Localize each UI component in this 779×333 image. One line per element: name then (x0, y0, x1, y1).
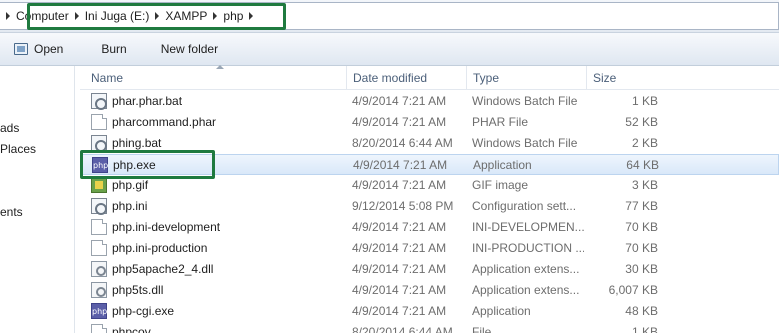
php-app-icon: php (91, 303, 107, 319)
file-name: pharcommand.phar (112, 115, 217, 129)
file-type: Windows Batch File (472, 136, 578, 150)
file-name: phpcov (112, 325, 151, 333)
sort-arrow-icon (216, 65, 224, 69)
file-name: php-cgi.exe (112, 304, 175, 318)
file-type: Application (472, 304, 531, 318)
column-type-label: Type (473, 71, 500, 85)
batch-file-icon (91, 93, 107, 110)
column-name-label: Name (91, 71, 124, 85)
file-type: Windows Batch File (472, 94, 578, 108)
nav-item-recent-places[interactable]: Places (0, 142, 36, 156)
file-row[interactable]: phar.phar.bat 4/9/2014 7:21 AM Windows Bat… (80, 91, 779, 112)
selection-highlight-box (80, 150, 215, 179)
file-date-modified: 4/9/2014 7:21 AM (352, 241, 447, 255)
file-date-modified: 4/9/2014 7:21 AM (352, 283, 447, 297)
column-size[interactable]: Size (586, 66, 666, 90)
file-size: 30 KB (625, 262, 658, 276)
burn-button[interactable]: Burn (93, 37, 134, 61)
file-row[interactable]: php5ts.dll 4/9/2014 7:21 AM Application ex… (80, 280, 779, 301)
config-file-icon (91, 198, 107, 215)
file-size: 3 KB (631, 178, 658, 192)
file-type: Application extens... (472, 283, 580, 297)
file-size: 48 KB (625, 304, 658, 318)
file-name: php.ini-development (112, 220, 221, 234)
file-type: Application (473, 158, 532, 172)
file-row[interactable]: php.ini-development 4/9/2014 7:21 AM INI-D… (80, 217, 779, 238)
address-bar-area: Computer Ini Juga (E:) XAMPP php (0, 0, 779, 33)
new-folder-button[interactable]: New folder (153, 37, 226, 61)
navigation-pane: ads Places ents (0, 66, 75, 333)
file-name: php.ini-production (112, 241, 208, 255)
column-date-modified[interactable]: Date modified (346, 66, 466, 90)
file-row[interactable]: pharcommand.phar 4/9/2014 7:21 AM PHAR Fil… (80, 112, 779, 133)
command-bar: Open Burn New folder (0, 33, 779, 66)
file-date-modified: 8/20/2014 6:44 AM (352, 136, 453, 150)
gif-image-icon (91, 177, 107, 193)
file-size: 70 KB (625, 220, 658, 234)
file-size: 77 KB (625, 199, 658, 213)
file-name: php5apache2_4.dll (112, 262, 214, 276)
open-icon (14, 43, 28, 55)
file-row[interactable]: php.ini 9/12/2014 5:08 PM Configuration se… (80, 196, 779, 217)
column-name[interactable]: Name (85, 65, 346, 90)
file-type: PHAR File (472, 115, 529, 129)
file-size: 64 KB (626, 158, 659, 172)
document-icon (91, 324, 107, 333)
file-type: Application extens... (472, 262, 580, 276)
file-date-modified: 8/20/2014 6:44 AM (352, 325, 453, 333)
batch-file-icon (91, 135, 107, 152)
file-size: 1 KB (631, 94, 658, 108)
file-row[interactable]: phpcov 8/20/2014 6:44 AM File 1 KB (80, 322, 779, 333)
file-type: INI-DEVELOPMEN... (472, 220, 584, 234)
file-size: 6,007 KB (608, 283, 658, 297)
column-size-label: Size (593, 71, 617, 85)
file-size: 70 KB (625, 241, 658, 255)
burn-label: Burn (101, 42, 127, 56)
dll-file-icon (91, 282, 107, 298)
new-folder-label: New folder (160, 42, 219, 56)
file-type: Configuration sett... (472, 199, 577, 213)
file-row[interactable]: php.ini-production 4/9/2014 7:21 AM INI-PR… (80, 238, 779, 259)
nav-item-downloads[interactable]: ads (0, 121, 19, 135)
file-size: 52 KB (625, 115, 658, 129)
file-date-modified: 4/9/2014 7:21 AM (352, 304, 447, 318)
file-date-modified: 4/9/2014 7:21 AM (352, 94, 447, 108)
column-date-label: Date modified (353, 71, 428, 85)
file-name: php5ts.dll (112, 283, 164, 297)
file-type: File (472, 325, 492, 333)
address-highlight-box (27, 3, 286, 30)
file-type: INI-PRODUCTION ... (472, 241, 584, 255)
file-row[interactable]: php php-cgi.exe 4/9/2014 7:21 AM Applicatio… (80, 301, 779, 322)
file-date-modified: 4/9/2014 7:21 AM (352, 115, 447, 129)
column-type[interactable]: Type (466, 66, 586, 90)
column-header: Name Date modified Type Size (80, 65, 779, 90)
file-date-modified: 4/9/2014 7:21 AM (352, 220, 447, 234)
breadcrumb-chevron-icon[interactable] (6, 12, 10, 20)
open-button[interactable]: Open (6, 37, 71, 61)
file-size: 2 KB (631, 136, 658, 150)
file-name: php.ini (112, 199, 148, 213)
document-icon (91, 219, 107, 235)
file-row[interactable]: php5apache2_4.dll 4/9/2014 7:21 AM Applica… (80, 259, 779, 280)
dll-file-icon (91, 261, 107, 277)
nav-item-documents[interactable]: ents (0, 205, 23, 219)
file-date-modified: 4/9/2014 7:21 AM (352, 178, 447, 192)
file-date-modified: 4/9/2014 7:21 AM (352, 262, 447, 276)
file-size: 1 KB (631, 325, 658, 333)
file-list: Name Date modified Type Size phar.phar.b… (80, 65, 779, 333)
file-type: GIF image (472, 178, 529, 192)
open-label: Open (34, 42, 64, 56)
file-date-modified: 9/12/2014 5:08 PM (352, 199, 454, 213)
document-icon (91, 240, 107, 256)
file-date-modified: 4/9/2014 7:21 AM (353, 158, 448, 172)
document-icon (91, 114, 107, 130)
file-name: phar.phar.bat (112, 94, 183, 108)
